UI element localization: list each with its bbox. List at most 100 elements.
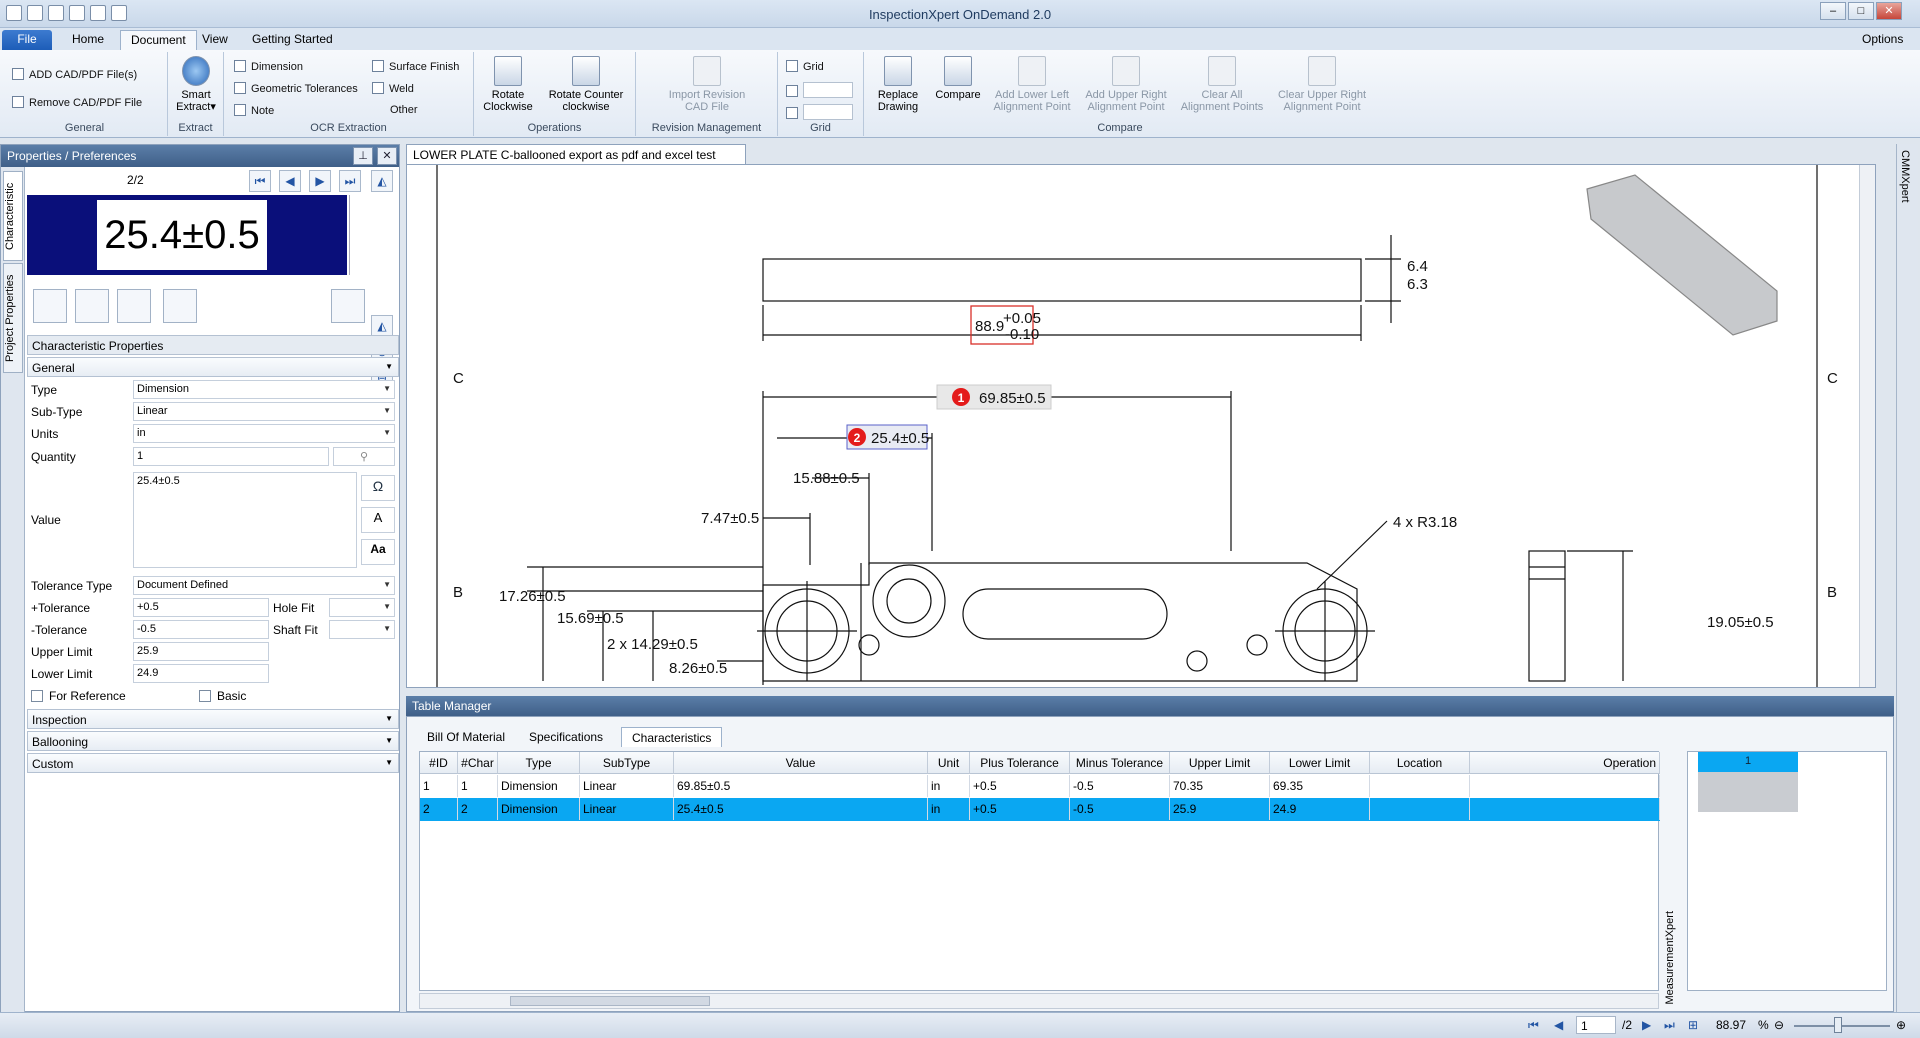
cell-plus-tolerance[interactable]: +0.5 [970, 775, 1070, 797]
format-3-icon[interactable] [117, 289, 151, 323]
col-lower-limit[interactable]: Lower Limit [1270, 752, 1370, 774]
cell-value[interactable]: 25.4±0.5 [674, 798, 928, 820]
cell-location[interactable] [1370, 775, 1470, 797]
plus-tolerance-input[interactable]: +0.5 [133, 598, 269, 617]
section-ballooning[interactable]: Ballooning [27, 731, 399, 751]
drawing-vertical-scrollbar[interactable] [1859, 165, 1875, 687]
minus-tolerance-input[interactable]: -0.5 [133, 620, 269, 639]
cell-id[interactable]: 2 [420, 798, 458, 820]
tab-getting-started[interactable]: Getting Started [242, 30, 343, 50]
cell-upper-limit[interactable]: 25.9 [1170, 798, 1270, 820]
cell-id[interactable]: 1 [420, 775, 458, 797]
shaft-fit-select[interactable] [329, 620, 395, 639]
tab-characteristic[interactable]: Characteristic [3, 171, 23, 261]
quantity-input[interactable]: 1 [133, 447, 329, 466]
units-select[interactable]: in [133, 424, 395, 443]
flip-icon[interactable]: ◭ [371, 170, 393, 192]
cell-plus-tolerance[interactable]: +0.5 [970, 798, 1070, 820]
add-upper-right-button[interactable]: Add Upper Right Alignment Point [1078, 56, 1174, 113]
add-lower-left-button[interactable]: Add Lower Left Alignment Point [984, 56, 1080, 113]
tab-bill-of-material[interactable]: Bill Of Material [417, 727, 515, 747]
rotate-counter-clockwise-button[interactable]: Rotate Counter clockwise [540, 56, 632, 113]
grid-horizontal-scrollbar[interactable] [419, 993, 1659, 1009]
tab-document[interactable]: Document [120, 30, 197, 50]
cell-type[interactable]: Dimension [498, 798, 580, 820]
cell-lower-limit[interactable]: 69.35 [1270, 775, 1370, 797]
table-row-selected[interactable]: 2 2 Dimension Linear 25.4±0.5 in +0.5 -0… [420, 798, 1660, 821]
minimize-button[interactable]: – [1820, 2, 1846, 20]
prev-page-icon[interactable]: ◀ [1554, 1018, 1563, 1032]
rotate-preview-icon[interactable]: ◭ [371, 315, 393, 337]
clear-upper-right-button[interactable]: Clear Upper Right Alignment Point [1270, 56, 1374, 113]
ocr-note-button[interactable]: Note [234, 104, 274, 117]
zoom-slider[interactable] [349, 195, 369, 275]
first-page-icon[interactable]: ⏮ [1528, 1018, 1539, 1033]
tab-file[interactable]: File [2, 30, 52, 50]
last-page-icon[interactable]: ⏭ [1664, 1018, 1675, 1033]
subtype-select[interactable]: Linear [133, 402, 395, 421]
col-operation[interactable]: Operation [1470, 752, 1660, 774]
rotate-clockwise-button[interactable]: Rotate Clockwise [480, 56, 536, 113]
add-cad-pdf-button[interactable]: ADD CAD/PDF File(s) [12, 68, 137, 81]
cell-location[interactable] [1370, 798, 1470, 820]
font-icon[interactable]: A [361, 507, 395, 533]
type-select[interactable]: Dimension [133, 380, 395, 399]
options-menu[interactable]: Options [1852, 30, 1913, 50]
col-type[interactable]: Type [498, 752, 580, 774]
import-revision-button[interactable]: Import Revision CAD File [646, 56, 768, 113]
zoom-slider[interactable] [1794, 1025, 1890, 1027]
close-button[interactable]: ✕ [1876, 2, 1902, 20]
grid-button[interactable]: Grid [786, 60, 824, 73]
maximize-button[interactable]: □ [1848, 2, 1874, 20]
replace-drawing-button[interactable]: Replace Drawing [868, 56, 928, 113]
upper-limit-input[interactable]: 25.9 [133, 642, 269, 661]
cell-value[interactable]: 69.85±0.5 [674, 775, 928, 797]
lower-limit-input[interactable]: 24.9 [133, 664, 269, 683]
ocr-other-button[interactable]: Other [372, 104, 418, 116]
first-record-icon[interactable]: ⏮ [249, 170, 271, 192]
zoom-out-button[interactable]: ⊖ [1774, 1018, 1784, 1032]
tab-home[interactable]: Home [62, 30, 114, 50]
fit-page-icon[interactable]: ⊞ [1688, 1018, 1698, 1032]
format-1-icon[interactable] [33, 289, 67, 323]
page-input[interactable]: 1 [1576, 1016, 1616, 1034]
binoculars-icon[interactable]: ⚲ [333, 447, 395, 466]
table-row[interactable]: 1 1 Dimension Linear 69.85±0.5 in +0.5 -… [420, 775, 1660, 798]
tab-view[interactable]: View [192, 30, 238, 50]
ocr-weld-button[interactable]: Weld [372, 82, 414, 95]
cell-upper-limit[interactable]: 70.35 [1170, 775, 1270, 797]
last-record-icon[interactable]: ⏭ [339, 170, 361, 192]
tab-characteristics[interactable]: Characteristics [621, 727, 723, 747]
grid-rows-select[interactable] [786, 82, 853, 98]
col-location[interactable]: Location [1370, 752, 1470, 774]
format-2-icon[interactable] [75, 289, 109, 323]
symbol-omega-icon[interactable]: Ω [361, 475, 395, 501]
col-value[interactable]: Value [674, 752, 928, 774]
section-custom[interactable]: Custom [27, 753, 399, 773]
document-tab[interactable]: LOWER PLATE C-ballooned export as pdf an… [406, 144, 746, 176]
basic-checkbox[interactable]: Basic [199, 689, 246, 703]
compare-button[interactable]: Compare [928, 56, 988, 101]
tab-project-properties[interactable]: Project Properties [3, 263, 23, 373]
cell-operation[interactable] [1470, 798, 1660, 820]
cell-char[interactable]: 1 [458, 775, 498, 797]
remove-cad-pdf-button[interactable]: Remove CAD/PDF File [12, 96, 142, 109]
cell-subtype[interactable]: Linear [580, 775, 674, 797]
drawing-canvas[interactable]: 1 2 6.4 6.3 88.9 +0.05 -0.10 69.85±0.5 2… [406, 164, 1876, 688]
font-size-icon[interactable]: Aa [361, 539, 395, 565]
measurementxpert-sidebar[interactable]: MeasurementXpert [1661, 751, 1685, 1009]
col-plus-tolerance[interactable]: Plus Tolerance [970, 752, 1070, 774]
pin-icon[interactable]: ⊥ [353, 147, 373, 165]
for-reference-checkbox[interactable]: For Reference [31, 689, 126, 703]
clear-all-alignment-button[interactable]: Clear All Alignment Points [1174, 56, 1270, 113]
ocr-surface-finish-button[interactable]: Surface Finish [372, 60, 459, 73]
col-upper-limit[interactable]: Upper Limit [1170, 752, 1270, 774]
cmmxpert-sidebar[interactable]: CMMXpert [1896, 144, 1918, 1012]
tolerance-type-select[interactable]: Document Defined [133, 576, 395, 595]
cell-minus-tolerance[interactable]: -0.5 [1070, 798, 1170, 820]
prev-record-icon[interactable]: ◀ [279, 170, 301, 192]
cell-char[interactable]: 2 [458, 798, 498, 820]
col-minus-tolerance[interactable]: Minus Tolerance [1070, 752, 1170, 774]
col-id[interactable]: #ID [420, 752, 458, 774]
zoom-slider-thumb[interactable] [1834, 1017, 1842, 1033]
